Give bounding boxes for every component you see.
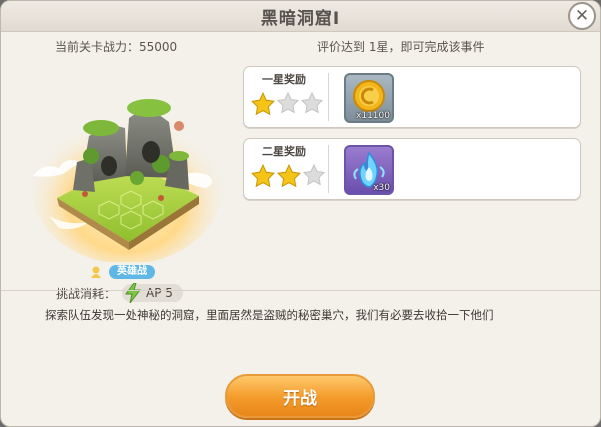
floating-island-image xyxy=(31,99,223,262)
reward-card-tier-2: 二星奖励 x30 xyxy=(243,138,581,200)
hero-battle-badge: 英雄战 xyxy=(89,265,155,279)
reward-divider xyxy=(328,73,329,121)
reward-title: 一星奖励 xyxy=(262,73,306,86)
reward-card-tier-1: 一星奖励 x11100 xyxy=(243,66,581,128)
start-button-label: 开战 xyxy=(283,388,317,409)
completion-condition: 评价达到 1星，即可完成该事件 xyxy=(317,40,485,54)
hero-icon xyxy=(91,266,101,278)
reward-divider xyxy=(328,145,329,193)
section-divider xyxy=(1,290,600,291)
title-bar: 黑暗洞窟Ⅰ ✕ xyxy=(1,1,600,32)
stage-description: 探索队伍发现一处神秘的洞窟，里面居然是盗贼的秘密巢穴，我们有必要去收拾一下他们 xyxy=(45,308,494,322)
reward-item-blue-flame[interactable]: x30 xyxy=(344,145,394,195)
star-filled-icon xyxy=(251,163,275,188)
mode-label: 英雄战 xyxy=(109,265,155,279)
stage-dialog: 黑暗洞窟Ⅰ ✕ 当前关卡战力：55000 英雄战 挑战消耗： AP 5 评价达到… xyxy=(0,0,601,427)
lightning-bolt-icon xyxy=(125,283,142,303)
stage-power-text: 当前关卡战力：55000 xyxy=(55,40,178,54)
challenge-cost: 挑战消耗： AP 5 xyxy=(56,283,183,303)
star-filled-icon xyxy=(277,163,301,188)
star-rating xyxy=(250,163,326,189)
close-icon[interactable]: ✕ xyxy=(568,2,596,30)
star-rating xyxy=(250,91,324,117)
cost-pill: AP 5 xyxy=(122,283,183,303)
cost-label: 挑战消耗： xyxy=(56,286,117,301)
stage-info-area: 当前关卡战力：55000 英雄战 挑战消耗： AP 5 评价达到 1星，即可完成… xyxy=(1,32,600,303)
star-empty-icon xyxy=(300,91,324,114)
cost-value: AP 5 xyxy=(146,286,173,300)
dialog-title: 黑暗洞窟Ⅰ xyxy=(260,9,341,29)
star-empty-icon xyxy=(276,91,300,114)
star-filled-icon xyxy=(251,91,275,116)
reward-quantity: x30 xyxy=(373,183,390,193)
reward-quantity: x11100 xyxy=(356,111,390,121)
reward-item-gold[interactable]: x11100 xyxy=(344,73,394,123)
star-empty-icon xyxy=(302,163,326,186)
start-battle-button[interactable]: 开战 xyxy=(225,374,375,418)
reward-title: 二星奖励 xyxy=(262,145,306,158)
